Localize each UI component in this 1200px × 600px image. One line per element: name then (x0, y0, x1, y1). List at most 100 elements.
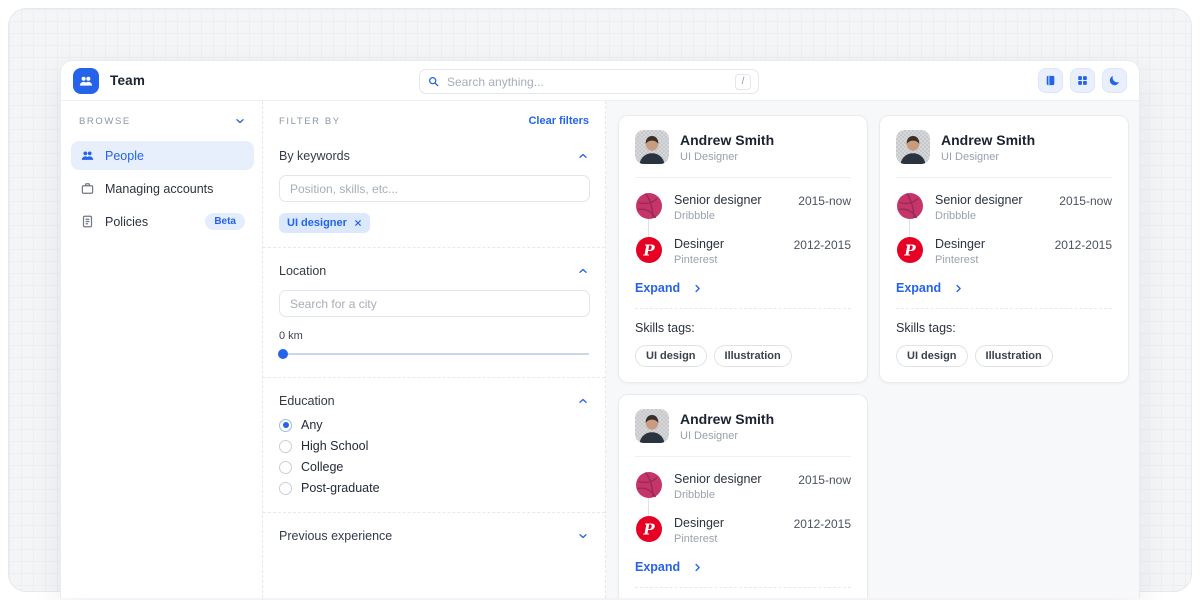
city-search-input[interactable] (279, 290, 590, 317)
chevron-down-icon[interactable] (234, 115, 246, 127)
radio-label: Any (301, 418, 323, 432)
search-input[interactable] (447, 75, 728, 89)
radio-option-college[interactable]: College (279, 460, 589, 474)
slider-knob[interactable] (278, 349, 288, 359)
skill-tag[interactable]: Illustration (975, 345, 1053, 367)
svg-text:P: P (642, 242, 655, 260)
pinterest-icon: P (896, 236, 924, 264)
experience-period: 2015-now (798, 471, 851, 487)
sidebar-item-policies[interactable]: Policies Beta (71, 207, 254, 236)
skills-label: Skills tags: (635, 321, 851, 335)
radio[interactable] (279, 461, 292, 474)
avatar (635, 130, 669, 164)
experience-company: Dribbble (674, 210, 787, 222)
global-search[interactable]: / (419, 69, 759, 94)
slider-track[interactable] (279, 353, 589, 355)
experience-timeline: Senior designer Dribbble 2015-now P Desi… (619, 178, 867, 266)
sidebar-item-label: People (105, 149, 144, 163)
grid-icon (1076, 74, 1089, 87)
dribbble-icon (635, 471, 663, 499)
experience-period: 2012-2015 (1055, 236, 1112, 252)
experience-period: 2015-now (798, 192, 851, 208)
results-area: Andrew Smith UI Designer Senior desi (606, 101, 1139, 598)
experience-row: Senior designer Dribbble 2015-now (635, 471, 851, 501)
experience-row: P Desinger Pinterest 2012-2015 (635, 515, 851, 545)
experience-row: Senior designer Dribbble 2015-now (635, 192, 851, 222)
sidebar-item-managing-accounts[interactable]: Managing accounts (71, 174, 254, 203)
app-logo (73, 68, 99, 94)
chevron-down-icon[interactable] (577, 530, 589, 542)
close-icon[interactable] (354, 219, 362, 227)
radio-option-any[interactable]: Any (279, 418, 589, 432)
dark-mode-button[interactable] (1102, 68, 1127, 93)
search-icon (427, 75, 440, 88)
svg-text:P: P (903, 242, 916, 260)
expand-button[interactable]: Expand (619, 266, 867, 308)
experience-role: Senior designer (674, 472, 787, 486)
filter-panel-title: FILTER BY (279, 116, 341, 127)
education-options: Any High School College Post-graduate (263, 408, 605, 495)
apps-grid-button[interactable] (1070, 68, 1095, 93)
radio[interactable] (279, 440, 292, 453)
bookmarks-button[interactable] (1038, 68, 1063, 93)
experience-company: Pinterest (674, 254, 783, 266)
experience-period: 2012-2015 (794, 236, 851, 252)
filter-section-education[interactable]: Education (263, 394, 605, 408)
experience-period: 2015-now (1059, 192, 1112, 208)
keyword-tag-label: UI designer (287, 217, 347, 229)
briefcase-icon (80, 181, 95, 196)
divider (263, 247, 605, 248)
expand-button[interactable]: Expand (880, 266, 1128, 308)
radio-selected[interactable] (279, 419, 292, 432)
radio-option-post-graduate[interactable]: Post-graduate (279, 481, 589, 495)
skill-tag[interactable]: UI design (896, 345, 968, 367)
person-name: Andrew Smith (680, 132, 774, 148)
chevron-up-icon[interactable] (577, 395, 589, 407)
chevron-up-icon[interactable] (577, 265, 589, 277)
radio-option-high-school[interactable]: High School (279, 439, 589, 453)
keyword-tag[interactable]: UI designer (279, 213, 370, 233)
expand-label: Expand (896, 281, 941, 295)
chevron-right-icon (692, 562, 703, 573)
sidebar-section-label: BROWSE (79, 116, 131, 127)
moon-icon (1108, 74, 1121, 87)
clear-filters-button[interactable]: Clear filters (528, 115, 589, 127)
person-card: Andrew Smith UI Designer Senior desi (618, 115, 868, 383)
divider (263, 512, 605, 513)
book-icon (1044, 74, 1057, 87)
skills-label: Skills tags: (896, 321, 1112, 335)
person-name: Andrew Smith (941, 132, 1035, 148)
filter-panel: FILTER BY Clear filters By keywords UI d… (263, 101, 606, 598)
experience-row: P Desinger Pinterest 2012-2015 (896, 236, 1112, 266)
skill-tag[interactable]: UI design (635, 345, 707, 367)
radio[interactable] (279, 482, 292, 495)
chevron-up-icon[interactable] (577, 150, 589, 162)
experience-role: Senior designer (935, 193, 1048, 207)
person-title: UI Designer (680, 430, 774, 442)
app-header: Team / (61, 61, 1139, 101)
sidebar-item-label: Managing accounts (105, 182, 213, 196)
experience-company: Dribbble (935, 210, 1048, 222)
avatar (896, 130, 930, 164)
distance-slider[interactable] (279, 349, 589, 359)
keywords-input[interactable] (279, 175, 590, 202)
chevron-right-icon (692, 283, 703, 294)
filter-section-location[interactable]: Location (263, 264, 605, 278)
expand-button[interactable]: Expand (619, 545, 867, 587)
filter-section-label: Location (279, 264, 326, 278)
experience-period: 2012-2015 (794, 515, 851, 531)
filter-section-label: Education (279, 394, 335, 408)
dribbble-icon (896, 192, 924, 220)
filter-section-previous-experience[interactable]: Previous experience (263, 529, 605, 543)
sidebar-item-label: Policies (105, 215, 148, 229)
distance-value: 0 km (263, 330, 605, 342)
radio-label: High School (301, 439, 368, 453)
filter-section-keywords[interactable]: By keywords (263, 149, 605, 163)
beta-badge: Beta (205, 213, 245, 230)
app-window: Team / BROWSE (60, 60, 1140, 598)
experience-row: Senior designer Dribbble 2015-now (896, 192, 1112, 222)
svg-text:P: P (642, 521, 655, 539)
sidebar-item-people[interactable]: People (71, 141, 254, 170)
search-shortcut-key: / (735, 74, 751, 90)
skill-tag[interactable]: Illustration (714, 345, 792, 367)
